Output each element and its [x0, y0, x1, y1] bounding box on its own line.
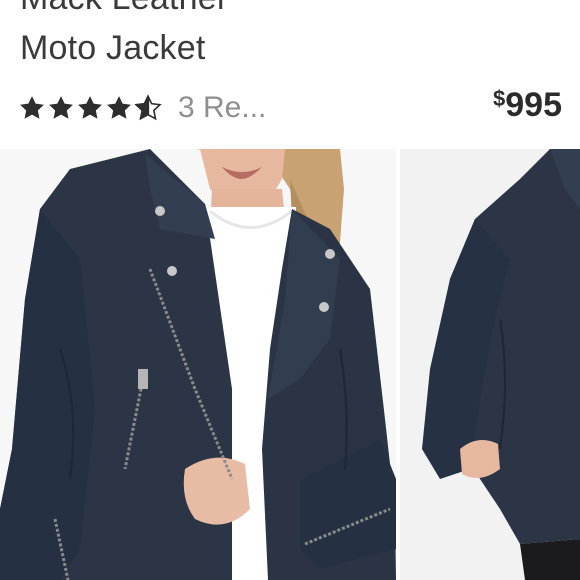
star-full-icon: [107, 96, 131, 119]
front-view-illustration: [0, 149, 396, 580]
product-price: $ 995: [493, 84, 562, 126]
star-full-icon: [78, 96, 102, 119]
reviews-link[interactable]: 3 Re...: [178, 91, 266, 125]
rating-row: 3 Re...: [18, 88, 266, 128]
product-title-line-1: Mack Leather: [20, 0, 228, 18]
back-view-photo[interactable]: [400, 149, 580, 580]
star-full-icon: [49, 96, 73, 119]
product-title-line-2: Moto Jacket: [20, 29, 206, 67]
product-card: Mack Leather Moto Jacket 3 Re... $ 995: [0, 0, 580, 580]
front-view-photo[interactable]: [0, 149, 396, 580]
star-half-icon: [134, 94, 162, 121]
back-view-illustration: [400, 149, 580, 580]
price-currency: $: [493, 86, 506, 111]
price-amount: 995: [505, 86, 562, 124]
star-rating: [18, 94, 162, 122]
star-full-icon: [20, 96, 44, 119]
